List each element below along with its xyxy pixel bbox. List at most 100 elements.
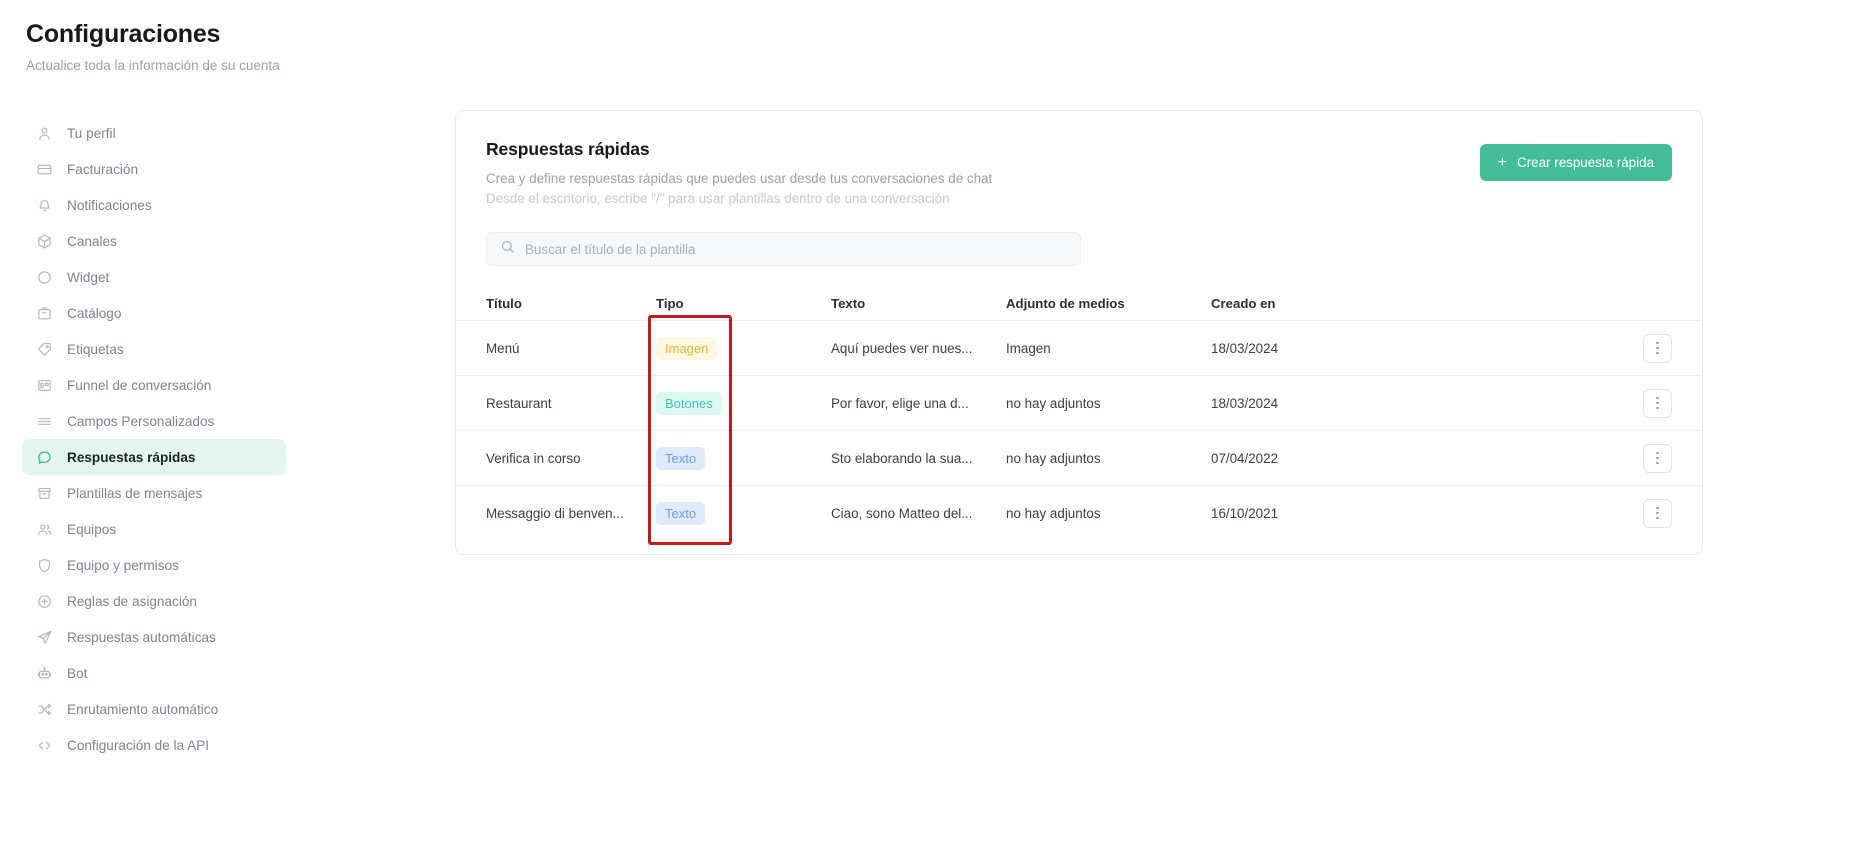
dot <box>1656 516 1659 520</box>
column-header-texto: Texto <box>831 295 866 311</box>
sidebar-item-label: Funnel de conversación <box>67 377 212 393</box>
sidebar-item-bot[interactable]: Bot <box>22 655 286 691</box>
cell-tipo: Texto <box>656 501 831 525</box>
settings-sidebar: Tu perfil Facturación Notificaciones Canale… <box>0 115 300 763</box>
sidebar-item-label: Configuración de la API <box>67 737 210 753</box>
dot <box>1656 456 1659 460</box>
cell-texto: Aquí puedes ver nues... <box>831 340 973 356</box>
cell-texto: Sto elaborando la sua... <box>831 450 973 466</box>
user-icon <box>36 125 53 142</box>
type-badge: Imagen <box>656 336 718 360</box>
cell-creado: 07/04/2022 <box>1211 450 1279 466</box>
sidebar-item-label: Bot <box>67 665 88 681</box>
cell-adjunto: no hay adjuntos <box>1006 505 1101 521</box>
quick-replies-table: Título Tipo Texto Adjunto de medios Crea… <box>456 286 1702 554</box>
type-badge: Botones <box>656 391 722 415</box>
cell-actions <box>1391 498 1672 528</box>
quick-replies-card: Respuestas rápidas Crea y define respues… <box>455 110 1703 555</box>
settings-page: Configuraciones Actualice toda la inform… <box>0 0 1855 862</box>
cell-adjunto: no hay adjuntos <box>1006 395 1101 411</box>
sidebar-item-label: Equipos <box>67 521 117 537</box>
robot-icon <box>36 665 53 682</box>
sidebar-item-label: Plantillas de mensajes <box>67 485 203 501</box>
list-lines-icon <box>36 413 53 430</box>
sidebar-item-label: Canales <box>67 233 117 249</box>
sidebar-item-enrutamiento-automatico[interactable]: Enrutamiento automático <box>22 691 286 727</box>
chat-bubble-icon <box>36 449 53 466</box>
cell-tipo: Imagen <box>656 336 831 360</box>
table-row[interactable]: Restaurant Botones Por favor, elige una d.… <box>456 375 1702 430</box>
sidebar-item-respuestas-rapidas[interactable]: Respuestas rápidas <box>22 439 286 475</box>
type-badge: Texto <box>656 501 706 525</box>
column-header-adjunto: Adjunto de medios <box>1006 295 1125 311</box>
table-row[interactable]: Menú Imagen Aquí puedes ver nues... Imagen 1… <box>456 320 1702 375</box>
column-header-titulo: Título <box>486 295 522 311</box>
sidebar-item-label: Tu perfil <box>67 125 116 141</box>
sidebar-item-label: Respuestas automáticas <box>67 629 216 645</box>
code-brackets-icon <box>36 737 53 754</box>
dot <box>1656 401 1659 405</box>
search-input[interactable] <box>525 241 1067 257</box>
card-header: Respuestas rápidas Crea y define respues… <box>456 111 1702 208</box>
table-row[interactable]: Messaggio di benven... Texto Ciao, sono Ma… <box>456 485 1702 540</box>
credit-card-icon <box>36 161 53 178</box>
page-subtitle: Actualice toda la información de su cuen… <box>26 58 280 73</box>
sidebar-item-canales[interactable]: Canales <box>22 223 286 259</box>
shuffle-icon <box>36 701 53 718</box>
cell-titulo: Restaurant <box>486 395 552 411</box>
paper-plane-icon <box>36 629 53 646</box>
row-actions-menu-button[interactable] <box>1643 443 1672 473</box>
sidebar-item-equipos[interactable]: Equipos <box>22 511 286 547</box>
sidebar-item-label: Campos Personalizados <box>67 413 215 429</box>
sidebar-item-label: Enrutamiento automático <box>67 701 219 717</box>
card-description-secondary: Desde el escritorio, escribe "/" para us… <box>486 191 950 206</box>
users-icon <box>36 521 53 538</box>
row-actions-menu-button[interactable] <box>1643 498 1672 528</box>
table-body: Menú Imagen Aquí puedes ver nues... Imagen 1… <box>456 320 1702 540</box>
table-header-row: Título Tipo Texto Adjunto de medios Crea… <box>456 286 1702 320</box>
create-quick-reply-label: Crear respuesta rápida <box>1517 155 1654 170</box>
sidebar-item-notificaciones[interactable]: Notificaciones <box>22 187 286 223</box>
bag-icon <box>36 305 53 322</box>
dot <box>1656 511 1659 515</box>
sidebar-item-etiquetas[interactable]: Etiquetas <box>22 331 286 367</box>
sidebar-item-equipo-y-permisos[interactable]: Equipo y permisos <box>22 547 286 583</box>
sidebar-item-campos-personalizados[interactable]: Campos Personalizados <box>22 403 286 439</box>
cell-creado: 18/03/2024 <box>1211 340 1279 356</box>
row-actions-menu-button[interactable] <box>1643 388 1672 418</box>
cell-tipo: Botones <box>656 391 831 415</box>
shield-icon <box>36 557 53 574</box>
table-footer-spacer <box>456 540 1702 554</box>
cell-actions <box>1391 388 1672 418</box>
column-header-tipo: Tipo <box>656 295 684 311</box>
cell-actions <box>1391 333 1672 363</box>
sidebar-item-respuestas-automaticas[interactable]: Respuestas automáticas <box>22 619 286 655</box>
sidebar-item-widget[interactable]: Widget <box>22 259 286 295</box>
tag-icon <box>36 341 53 358</box>
sidebar-item-facturacion[interactable]: Facturación <box>22 151 286 187</box>
table-row[interactable]: Verifica in corso Texto Sto elaborando la … <box>456 430 1702 485</box>
search-icon <box>500 239 515 259</box>
archive-box-icon <box>36 485 53 502</box>
sidebar-item-label: Notificaciones <box>67 197 152 213</box>
cell-actions <box>1391 443 1672 473</box>
search-box[interactable] <box>486 232 1081 266</box>
sidebar-item-catalogo[interactable]: Catálogo <box>22 295 286 331</box>
bell-icon <box>36 197 53 214</box>
cell-texto: Ciao, sono Matteo del... <box>831 505 973 521</box>
create-quick-reply-button[interactable]: + Crear respuesta rápida <box>1479 144 1672 181</box>
sidebar-item-label: Etiquetas <box>67 341 124 357</box>
dot <box>1656 406 1659 410</box>
sidebar-item-tu-perfil[interactable]: Tu perfil <box>22 115 286 151</box>
sidebar-item-label: Catálogo <box>67 305 122 321</box>
sidebar-item-label: Respuestas rápidas <box>67 449 196 465</box>
sidebar-item-reglas-de-asignacion[interactable]: Reglas de asignación <box>22 583 286 619</box>
cell-creado: 18/03/2024 <box>1211 395 1279 411</box>
sidebar-item-label: Widget <box>67 269 110 285</box>
sidebar-item-configuracion-de-la-api[interactable]: Configuración de la API <box>22 727 286 763</box>
sidebar-item-funnel-de-conversacion[interactable]: Funnel de conversación <box>22 367 286 403</box>
cell-titulo: Messaggio di benven... <box>486 505 624 521</box>
row-actions-menu-button[interactable] <box>1643 333 1672 363</box>
sidebar-item-plantillas-de-mensajes[interactable]: Plantillas de mensajes <box>22 475 286 511</box>
column-header-creado: Creado en <box>1211 295 1276 311</box>
